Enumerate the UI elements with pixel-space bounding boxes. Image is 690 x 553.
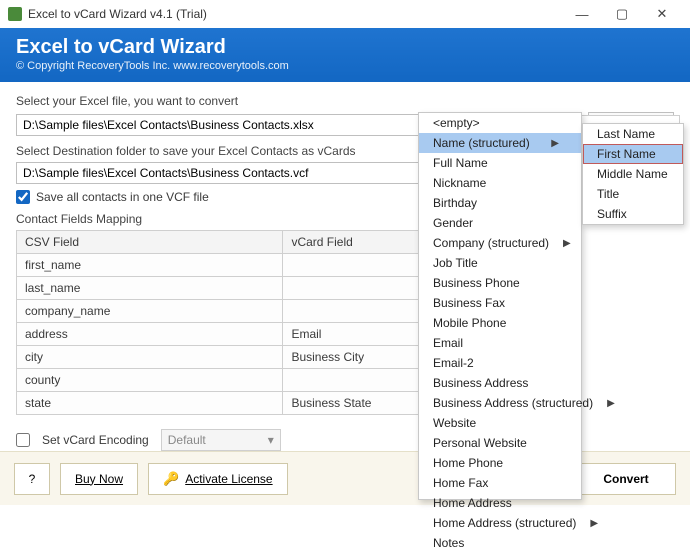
app-icon xyxy=(8,7,22,21)
vcard-field-menu[interactable]: <empty> Name (structured) ▶ Full Name Nickna… xyxy=(418,112,582,500)
menu-item[interactable]: Home Phone xyxy=(419,453,581,473)
menu-item-label: Email-2 xyxy=(433,356,474,370)
activate-license-button[interactable]: 🔑 Activate License xyxy=(148,463,288,495)
menu-item-label: Home Address (structured) xyxy=(433,516,576,530)
menu-item-label: Business Address xyxy=(433,376,528,390)
encoding-value: Default xyxy=(168,433,206,447)
menu-item[interactable]: Company (structured) ▶ xyxy=(419,233,581,253)
submenu-item[interactable]: Last Name xyxy=(583,124,683,144)
menu-item-label: Home Phone xyxy=(433,456,503,470)
window-buttons: — ▢ ✕ xyxy=(562,0,682,28)
menu-item-label: Job Title xyxy=(433,256,478,270)
chevron-right-icon: ▶ xyxy=(563,238,571,249)
buy-now-button[interactable]: Buy Now xyxy=(60,463,138,495)
csv-cell: last_name xyxy=(17,277,283,300)
source-file-label: Select your Excel file, you want to conv… xyxy=(16,94,674,108)
menu-item-label: <empty> xyxy=(433,116,480,130)
csv-cell: city xyxy=(17,346,283,369)
submenu-item-label: Last Name xyxy=(597,127,655,141)
menu-item[interactable]: <empty> xyxy=(419,113,581,133)
close-button[interactable]: ✕ xyxy=(642,0,682,28)
submenu-item-label: Middle Name xyxy=(597,167,668,181)
menu-item[interactable]: Home Address xyxy=(419,493,581,513)
menu-item-label: Home Address xyxy=(433,496,512,510)
submenu-item-label: First Name xyxy=(597,147,656,161)
csv-cell: first_name xyxy=(17,254,283,277)
minimize-button[interactable]: — xyxy=(562,0,602,28)
submenu-item[interactable]: Suffix xyxy=(583,204,683,224)
csv-cell: address xyxy=(17,323,283,346)
header-banner: Excel to vCard Wizard © Copyright Recove… xyxy=(0,28,690,82)
menu-item[interactable]: Home Address (structured)▶ xyxy=(419,513,581,533)
bottom-bar: ? Buy Now 🔑 Activate License Convert xyxy=(0,451,690,505)
menu-item-label: Website xyxy=(433,416,476,430)
submenu-item-label: Suffix xyxy=(597,207,627,221)
menu-item[interactable]: Notes xyxy=(419,533,581,553)
chevron-down-icon: ▾ xyxy=(268,433,274,447)
menu-item-label: Mobile Phone xyxy=(433,316,506,330)
menu-item[interactable]: Email-2 xyxy=(419,353,581,373)
menu-item[interactable]: Full Name xyxy=(419,153,581,173)
submenu-item[interactable]: First Name xyxy=(583,144,683,164)
csv-cell: company_name xyxy=(17,300,283,323)
menu-item[interactable]: Birthday xyxy=(419,193,581,213)
menu-item[interactable]: Email xyxy=(419,333,581,353)
menu-item-label: Home Fax xyxy=(433,476,488,490)
menu-item[interactable]: Personal Website xyxy=(419,433,581,453)
save-all-checkbox[interactable] xyxy=(16,190,30,204)
col-csv-header: CSV Field xyxy=(17,231,283,254)
encoding-select[interactable]: Default ▾ xyxy=(161,429,281,451)
csv-cell: county xyxy=(17,369,283,392)
submenu-item[interactable]: Title xyxy=(583,184,683,204)
menu-item-label: Business Address (structured) xyxy=(433,396,593,410)
copyright-line: © Copyright RecoveryTools Inc. www.recov… xyxy=(16,60,674,72)
menu-item-label: Birthday xyxy=(433,196,477,210)
key-icon: 🔑 xyxy=(163,471,179,487)
menu-item[interactable]: Job Title xyxy=(419,253,581,273)
chevron-right-icon: ▶ xyxy=(607,398,615,409)
help-button[interactable]: ? xyxy=(14,463,50,495)
menu-item[interactable]: Business Fax xyxy=(419,293,581,313)
window-title: Excel to vCard Wizard v4.1 (Trial) xyxy=(28,7,207,21)
menu-item-label: Email xyxy=(433,336,463,350)
menu-item[interactable]: Business Address xyxy=(419,373,581,393)
menu-item-label: Nickname xyxy=(433,176,486,190)
menu-item-label: Name (structured) xyxy=(433,136,530,150)
csv-cell: state xyxy=(17,392,283,415)
menu-item-label: Company (structured) xyxy=(433,236,549,250)
menu-item-label: Business Phone xyxy=(433,276,520,290)
menu-item[interactable]: Business Address (structured)▶ xyxy=(419,393,581,413)
save-all-label: Save all contacts in one VCF file xyxy=(36,190,209,204)
submenu-item[interactable]: Middle Name xyxy=(583,164,683,184)
encoding-label: Set vCard Encoding xyxy=(42,433,149,447)
menu-item-label: Full Name xyxy=(433,156,488,170)
chevron-right-icon: ▶ xyxy=(590,518,598,529)
menu-item-label: Personal Website xyxy=(433,436,527,450)
menu-item[interactable]: Mobile Phone xyxy=(419,313,581,333)
menu-item-label: Gender xyxy=(433,216,473,230)
chevron-right-icon: ▶ xyxy=(551,138,559,149)
menu-item[interactable]: Business Phone xyxy=(419,273,581,293)
menu-item[interactable]: Home Fax xyxy=(419,473,581,493)
maximize-button[interactable]: ▢ xyxy=(602,0,642,28)
menu-item[interactable]: Name (structured) ▶ xyxy=(419,133,581,153)
menu-item[interactable]: Gender xyxy=(419,213,581,233)
encoding-checkbox[interactable] xyxy=(16,433,30,447)
name-structured-submenu[interactable]: Last Name First Name Middle Name Title Suffi… xyxy=(582,123,684,225)
submenu-item-label: Title xyxy=(597,187,619,201)
menu-item[interactable]: Nickname xyxy=(419,173,581,193)
product-title: Excel to vCard Wizard xyxy=(16,36,674,59)
menu-item-label: Business Fax xyxy=(433,296,505,310)
menu-item[interactable]: Website xyxy=(419,413,581,433)
menu-item-label: Notes xyxy=(433,536,464,550)
titlebar: Excel to vCard Wizard v4.1 (Trial) — ▢ ✕ xyxy=(0,0,690,28)
convert-button[interactable]: Convert xyxy=(576,463,676,495)
